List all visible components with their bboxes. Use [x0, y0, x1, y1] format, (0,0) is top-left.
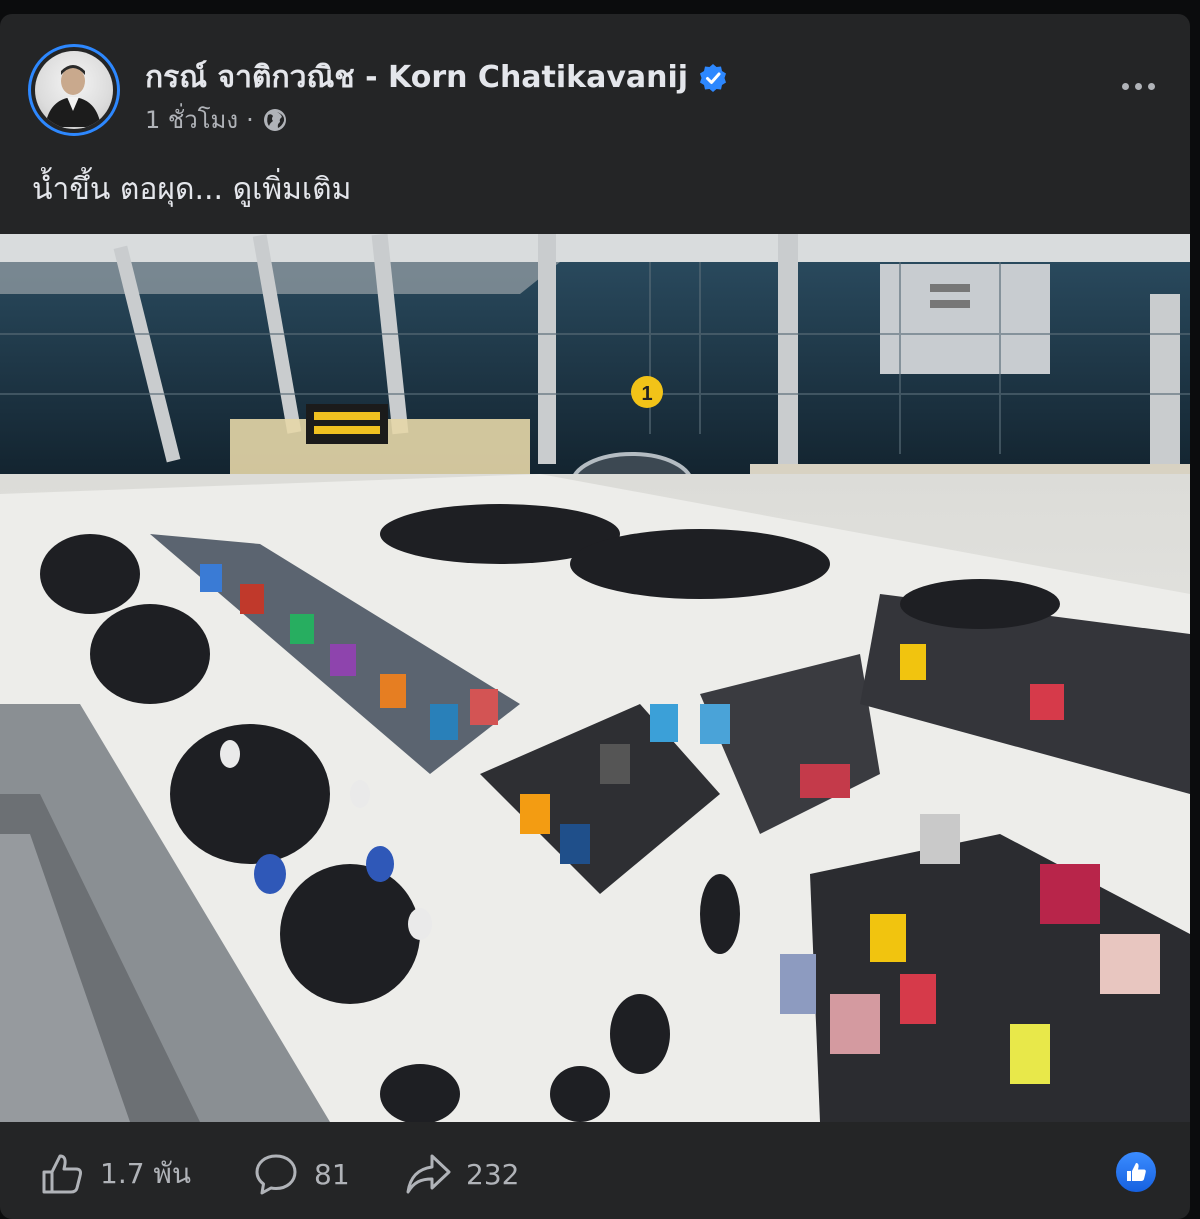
comment-count: 81 [314, 1157, 350, 1191]
airport-terminal-photo: 1 [0, 234, 1190, 1122]
meta-separator: · [246, 105, 254, 134]
post-actions-bar: 1.7 พัน 81 232 [0, 1132, 1190, 1212]
author-name[interactable]: กรณ์ จาติกวณิช - Korn Chatikavanij [145, 54, 728, 101]
like-action[interactable]: 1.7 พัน [38, 1150, 191, 1198]
comment-action[interactable]: 81 [252, 1150, 350, 1198]
post-photo[interactable]: 1 [0, 234, 1190, 1122]
comment-bubble-icon [255, 1154, 297, 1195]
thumbs-up-icon [42, 1154, 82, 1194]
avatar-photo [35, 51, 113, 129]
gate-number-label: 1 [641, 383, 652, 405]
post-time[interactable]: 1 ชั่วโมง [145, 100, 238, 139]
share-count: 232 [466, 1157, 520, 1191]
post-header: กรณ์ จาติกวณิช - Korn Chatikavanij 1 ชั่… [28, 44, 1168, 144]
more-dot [1147, 82, 1155, 90]
post-meta: 1 ชั่วโมง · [145, 100, 288, 139]
share-arrow-icon [406, 1154, 451, 1194]
post-text[interactable]: น้ำขึ้น ตอผุด... ดูเพิ่มเติม [32, 166, 351, 213]
more-dot [1121, 82, 1129, 90]
post-card: กรณ์ จาติกวณิช - Korn Chatikavanij 1 ชั่… [0, 14, 1190, 1219]
like-reaction-icon[interactable] [1114, 1150, 1158, 1194]
author-name-label[interactable]: กรณ์ จาติกวณิช - Korn Chatikavanij [145, 54, 688, 101]
more-dot [1134, 82, 1142, 90]
globe-icon[interactable] [262, 107, 288, 133]
author-avatar[interactable] [28, 44, 120, 136]
share-action[interactable]: 232 [404, 1150, 519, 1198]
reaction-thumb-glyph [1127, 1163, 1146, 1181]
like-count: 1.7 พัน [100, 1157, 192, 1190]
more-options-icon[interactable] [1108, 66, 1168, 106]
verified-badge-icon [700, 63, 727, 92]
